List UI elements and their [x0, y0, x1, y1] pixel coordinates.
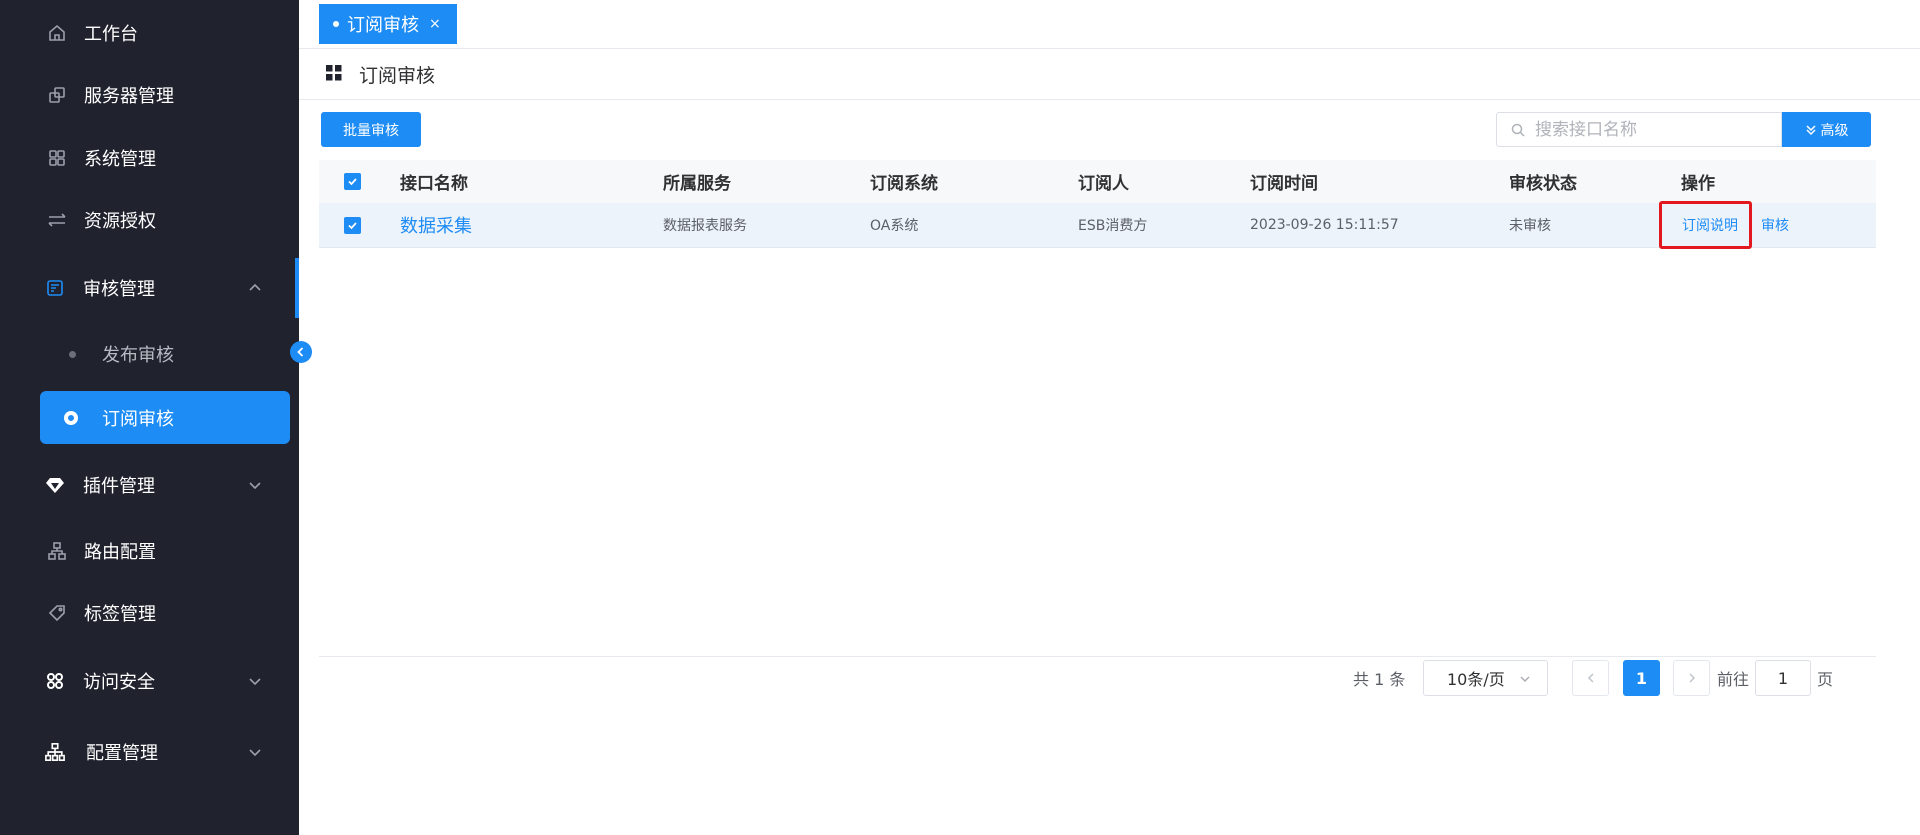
server-icon [47, 85, 67, 105]
sidebar-item-label: 系统管理 [84, 149, 156, 170]
column-header-time: 订阅时间 [1250, 174, 1318, 194]
goto-suffix: 页 [1817, 670, 1834, 689]
interface-name-link[interactable]: 数据采集 [400, 212, 472, 238]
sidebar-item-resource-auth[interactable]: 资源授权 [0, 195, 299, 245]
sidebar-item-label: 审核管理 [83, 279, 155, 300]
active-indicator [295, 258, 299, 318]
security-icon [45, 671, 65, 691]
chevron-down-icon [1520, 676, 1530, 682]
sidebar-item-label: 访问安全 [83, 672, 155, 693]
column-header-actions: 操作 [1681, 174, 1715, 194]
sidebar-subitem-label: 订阅审核 [102, 408, 174, 430]
sidebar-collapse-button[interactable] [290, 341, 312, 363]
column-header-system: 订阅系统 [870, 174, 938, 194]
audit-icon [45, 278, 65, 298]
tab-dot-icon [333, 21, 339, 27]
tabs-bar: 订阅审核 × [299, 0, 1920, 49]
tag-icon [47, 603, 67, 623]
column-header-subscriber: 订阅人 [1078, 174, 1129, 194]
close-icon[interactable]: × [429, 16, 441, 32]
sidebar-item-server[interactable]: 服务器管理 [0, 70, 299, 120]
sidebar-item-label: 标签管理 [84, 604, 156, 625]
advanced-search-button[interactable]: 高级 [1782, 112, 1871, 147]
column-header-service: 所属服务 [663, 174, 731, 194]
pagination-divider [319, 656, 1876, 657]
column-header-name: 接口名称 [400, 174, 468, 194]
config-icon [45, 742, 65, 762]
sidebar-item-route[interactable]: 路由配置 [0, 526, 299, 576]
next-page-button[interactable] [1673, 660, 1710, 696]
sidebar-item-label: 路由配置 [84, 542, 156, 563]
select-all-checkbox[interactable] [344, 173, 361, 190]
pagination-total: 共 1 条 [1353, 670, 1406, 689]
table-row: 数据采集 数据报表服务 OA系统 ESB消费方 2023-09-26 15:11… [319, 203, 1876, 248]
sidebar-item-security[interactable]: 访问安全 [0, 656, 299, 706]
page-title: 订阅审核 [359, 65, 436, 87]
radio-dot-icon [64, 410, 78, 425]
search-input[interactable] [1535, 113, 1775, 146]
goto-page-input[interactable] [1755, 660, 1811, 696]
search-box [1496, 112, 1782, 147]
column-header-status: 审核状态 [1509, 174, 1577, 194]
app-root: 工作台 服务器管理 系统管理 资源授权 审核管理 发布审核 订阅审核 插件管理 … [0, 0, 1920, 835]
sidebar-item-label: 插件管理 [83, 476, 155, 497]
sidebar-subitem-subscribe-audit[interactable]: 订阅审核 [40, 391, 290, 444]
batch-audit-button[interactable]: 批量审核 [321, 112, 421, 147]
sidebar-item-system[interactable]: 系统管理 [0, 133, 299, 183]
cell-system: OA系统 [870, 218, 919, 234]
tab-subscribe-audit[interactable]: 订阅审核 × [319, 4, 457, 44]
page-number-current[interactable]: 1 [1623, 660, 1660, 696]
advanced-label: 高级 [1820, 122, 1849, 139]
sidebar-item-label: 配置管理 [86, 743, 158, 764]
sidebar-item-plugin[interactable]: 插件管理 [0, 460, 299, 510]
sidebar-subitem-publish-audit[interactable]: 发布审核 [0, 328, 299, 380]
cell-service: 数据报表服务 [663, 218, 747, 234]
row-checkbox[interactable] [344, 216, 361, 234]
prev-page-button[interactable] [1572, 660, 1609, 696]
route-icon [47, 541, 67, 561]
chevron-left-icon [297, 347, 304, 357]
home-icon [47, 23, 67, 43]
chevron-down-icon [246, 743, 264, 761]
audit-link[interactable]: 审核 [1761, 215, 1789, 235]
cell-subscriber: ESB消费方 [1078, 218, 1148, 234]
sidebar-item-audit[interactable]: 审核管理 [0, 263, 299, 313]
page-size-select[interactable]: 10条/页 [1423, 660, 1548, 696]
chevron-right-icon [1688, 673, 1695, 683]
annotation-highlight-box [1659, 201, 1752, 249]
sidebar-item-label: 资源授权 [84, 211, 156, 232]
chevron-up-icon [246, 279, 264, 297]
sidebar: 工作台 服务器管理 系统管理 资源授权 审核管理 发布审核 订阅审核 插件管理 … [0, 0, 299, 835]
apps-icon [47, 148, 67, 168]
chevron-down-icon [246, 476, 264, 494]
grid-icon [326, 65, 342, 81]
page-size-value: 10条/页 [1447, 670, 1505, 689]
sidebar-subitem-label: 发布审核 [102, 345, 174, 366]
sidebar-item-workbench[interactable]: 工作台 [0, 8, 299, 58]
sidebar-item-label: 工作台 [84, 24, 138, 45]
double-chevron-down-icon [1805, 124, 1816, 135]
check-icon [348, 221, 357, 229]
chevron-down-icon [246, 672, 264, 690]
sidebar-item-tag[interactable]: 标签管理 [0, 588, 299, 638]
goto-prefix: 前往 [1717, 670, 1750, 689]
row-select-cell [344, 203, 361, 247]
search-icon [1511, 123, 1525, 137]
table-header: 接口名称 所属服务 订阅系统 订阅人 订阅时间 审核状态 操作 [319, 160, 1876, 203]
cell-status: 未审核 [1509, 218, 1551, 234]
tab-label: 订阅审核 [347, 15, 419, 36]
bullet-icon [69, 350, 76, 358]
transfer-icon [47, 210, 67, 230]
sidebar-item-label: 服务器管理 [84, 86, 174, 107]
plugin-icon [45, 475, 65, 495]
check-icon [348, 178, 357, 186]
page-header: 订阅审核 [299, 50, 1920, 100]
sidebar-item-config[interactable]: 配置管理 [0, 727, 299, 777]
cell-time: 2023-09-26 15:11:57 [1250, 217, 1399, 233]
select-all-cell [344, 160, 361, 203]
chevron-left-icon [1587, 673, 1594, 683]
